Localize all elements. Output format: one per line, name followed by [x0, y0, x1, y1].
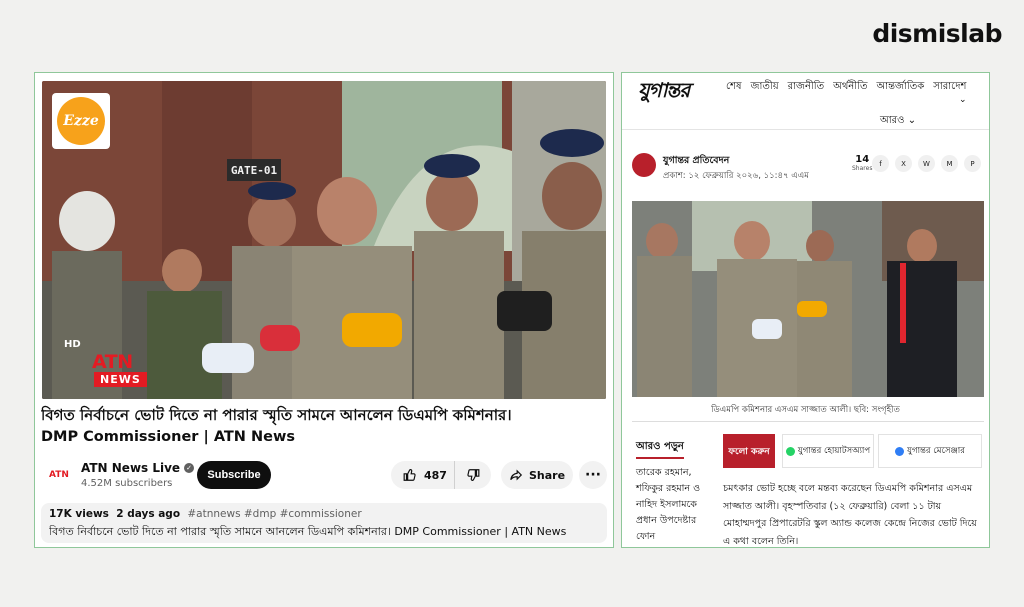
- view-count: 17K views: [49, 508, 109, 520]
- thumbs-up-icon: [403, 469, 416, 481]
- youtube-panel: Ezze GATE-01 HD ATN NEWS বিগত নির্বাচনে …: [34, 72, 614, 548]
- article-photo: [632, 201, 984, 397]
- messenger-icon: [895, 446, 905, 456]
- channel-avatar[interactable]: ATN: [47, 463, 71, 487]
- video-title-english: DMP Commissioner | ATN News: [41, 429, 295, 445]
- watermark-hd: HD: [64, 339, 81, 350]
- share-count-number: 14: [855, 154, 870, 165]
- chevron-down-icon: ⌄: [907, 115, 917, 126]
- site-nav: শেষ জাতীয় রাজনীতি অর্থনীতি আন্তর্জাতিক …: [726, 79, 966, 96]
- verified-check-icon: ✓: [184, 463, 195, 473]
- nav-more-button[interactable]: আরও ⌄: [880, 113, 916, 130]
- video-title-bangla: বিগত নির্বাচনে ভোট দিতে না পারার স্মৃতি …: [41, 406, 512, 424]
- subscribe-button[interactable]: Subscribe: [197, 461, 271, 489]
- nav-item-international[interactable]: আন্তর্জাতিক: [877, 79, 925, 96]
- watermark-tag: NEWS: [94, 372, 147, 387]
- nav-item-national[interactable]: জাতীয়: [751, 79, 779, 96]
- divider: [632, 421, 984, 422]
- watermark-name: ATN: [92, 351, 133, 373]
- photo-caption: ডিএমপি কমিশনার এসএম সাজ্জাত আলী। ছবি: সং…: [711, 405, 900, 415]
- read-more-link[interactable]: তারেক রহমান, শফিকুর রহমান ও নাহিদ ইসলামক…: [636, 465, 710, 545]
- nav-item-country[interactable]: সারাদেশ: [933, 79, 966, 96]
- read-more-heading: আরও পড়ুন: [636, 439, 684, 459]
- share-button[interactable]: Share: [501, 461, 573, 489]
- more-actions-button[interactable]: ···: [579, 461, 607, 489]
- channel-avatar-text: ATN: [49, 470, 69, 480]
- print-icon[interactable]: P: [964, 155, 981, 172]
- whatsapp-icon: [785, 446, 795, 456]
- nav-more-label: আরও: [880, 115, 905, 126]
- nav-item-politics[interactable]: রাজনীতি: [788, 79, 825, 96]
- news-article-panel: যুগান্তর শেষ জাতীয় রাজনীতি অর্থনীতি আন্…: [621, 72, 990, 548]
- subscriber-count: 4.52M subscribers: [81, 478, 173, 489]
- channel-watermark: HD ATN NEWS: [64, 339, 156, 391]
- published-date: প্রকাশ: ১২ ফেব্রুয়ারি ২০২৬, ১১:৪৭ এএম: [663, 171, 809, 181]
- video-player[interactable]: Ezze GATE-01 HD ATN NEWS: [42, 81, 606, 399]
- nav-item-economy[interactable]: অর্থনীতি: [833, 79, 867, 96]
- gate-sign: GATE-01: [227, 159, 281, 181]
- description-box[interactable]: 17K views 2 days ago #atnnews #dmp #comm…: [41, 503, 607, 543]
- posted-time: 2 days ago: [116, 508, 181, 520]
- article-photo-illustration: [632, 201, 984, 397]
- reporter-avatar: [632, 153, 656, 177]
- x-icon[interactable]: X: [895, 155, 912, 172]
- description-text: বিগত নির্বাচনে ভোট দিতে না পারার স্মৃতি …: [49, 525, 567, 538]
- share-count-label: Shares: [852, 165, 873, 172]
- like-button[interactable]: 487: [391, 461, 455, 489]
- messenger-channel-label: যুগান্তর মেসেঞ্জার: [907, 445, 965, 456]
- nav-item-latest[interactable]: শেষ: [726, 79, 742, 96]
- whatsapp-channel-label: যুগান্তর হোয়াটসঅ্যাপ: [797, 445, 871, 456]
- whatsapp-channel-button[interactable]: যুগান্তর হোয়াটসঅ্যাপ: [782, 434, 874, 468]
- chevron-down-icon[interactable]: ⌄: [959, 95, 967, 105]
- share-icons: f X W M P: [872, 155, 981, 172]
- article-body: চমৎকার ভোট হচ্ছে বলে মন্তব্য করেছেন ডিএম…: [723, 483, 977, 547]
- like-count: 487: [424, 468, 447, 482]
- messenger-channel-button[interactable]: যুগান্তর মেসেঞ্জার: [878, 434, 982, 468]
- facebook-icon[interactable]: f: [872, 155, 889, 172]
- whatsapp-icon[interactable]: W: [918, 155, 935, 172]
- hashtags[interactable]: #atnnews #dmp #commissioner: [187, 508, 361, 520]
- share-count: 14 Shares: [852, 154, 872, 172]
- sponsor-badge-text: Ezze: [57, 97, 105, 145]
- channel-name-row[interactable]: ATN News Live ✓: [81, 461, 195, 475]
- site-logo[interactable]: যুগান্তর: [638, 76, 690, 109]
- share-arrow-icon: [510, 469, 523, 481]
- channel-name[interactable]: ATN News Live: [81, 461, 180, 475]
- share-label: Share: [528, 468, 566, 482]
- messenger-icon[interactable]: M: [941, 155, 958, 172]
- divider: [622, 129, 989, 130]
- dislike-button[interactable]: [455, 461, 491, 489]
- sponsor-badge: Ezze: [52, 93, 110, 149]
- thumbs-down-icon: [467, 469, 480, 481]
- description-meta: 17K views 2 days ago #atnnews #dmp #comm…: [49, 508, 599, 520]
- follow-button[interactable]: ফলো করুন: [723, 434, 775, 468]
- reporter-name: যুগান্তর প্রতিবেদন: [663, 155, 730, 166]
- like-dislike-group: 487: [391, 461, 491, 489]
- brand-logo: dismislab: [872, 19, 1002, 48]
